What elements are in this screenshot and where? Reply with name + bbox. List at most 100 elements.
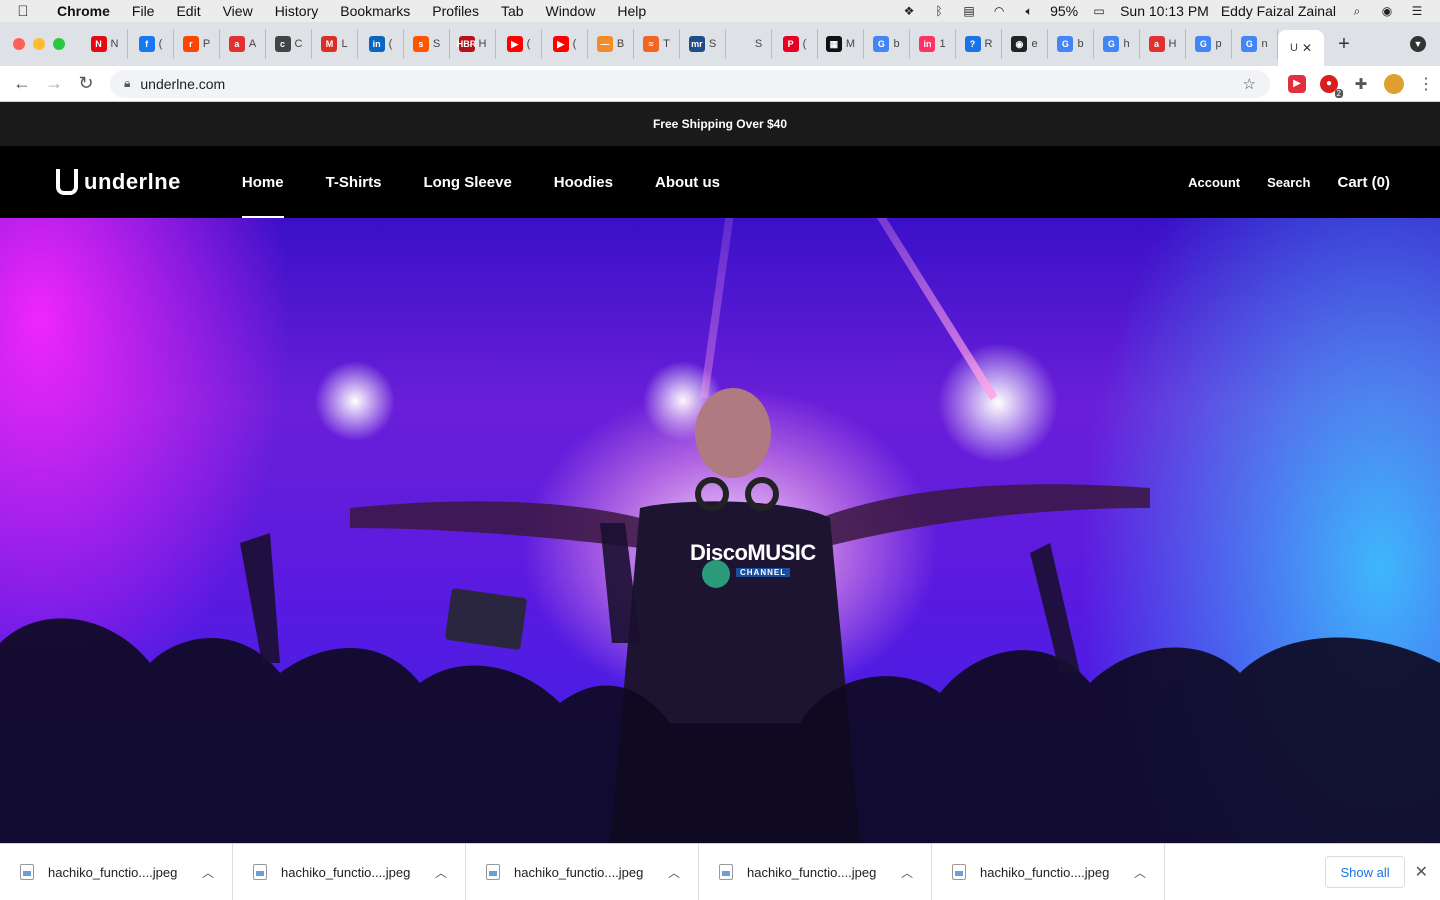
menu-history[interactable]: History (264, 0, 330, 22)
dropbox-icon[interactable]: ❖ (900, 4, 918, 18)
extension-adblock-icon[interactable]: ● 2 (1320, 74, 1343, 98)
browser-tab[interactable]: NN (82, 29, 128, 59)
tab-search-icon[interactable]: ▼ (1410, 36, 1426, 52)
browser-tab[interactable]: P( (772, 29, 818, 59)
chrome-menu-icon[interactable]: ⋮ (1418, 74, 1434, 94)
tab-list: N Nf(r Pa Ac C M Lin(s S HBR H ▶(▶(— B ≈ Tmr S S P(▦ M Gb i… (82, 22, 1278, 66)
close-window-button[interactable] (13, 38, 25, 50)
browser-tab[interactable]: ML (312, 29, 358, 59)
search-link[interactable]: Search (1267, 175, 1310, 190)
download-item[interactable]: hachiko_functio....jpeg ︿ (466, 843, 699, 900)
browser-tab[interactable]: Gb (1048, 29, 1094, 59)
download-filename[interactable]: hachiko_functio....jpeg (514, 865, 643, 880)
downloads-shelf: hachiko_functio....jpeg ︿ hachiko_functi… (0, 843, 1440, 900)
hero-banner-image[interactable]: DiscoMUSIC CHANNEL (0, 218, 1440, 843)
nav-about-us[interactable]: About us (634, 146, 741, 218)
profile-avatar[interactable] (1384, 73, 1404, 94)
extensions-puzzle-icon[interactable]: ✚ (1352, 75, 1370, 93)
address-bar[interactable]: 🔒︎ underlne.com ☆ (110, 69, 1270, 98)
browser-tab[interactable]: — B (588, 29, 634, 59)
download-filename[interactable]: hachiko_functio....jpeg (980, 865, 1109, 880)
download-filename[interactable]: hachiko_functio....jpeg (281, 865, 410, 880)
address-url[interactable]: underlne.com (140, 76, 225, 92)
show-all-downloads-button[interactable]: Show all (1325, 856, 1405, 888)
browser-tab[interactable]: ≈ T (634, 29, 680, 59)
site-logo[interactable]: underlne (56, 169, 181, 195)
new-tab-button[interactable]: + (1324, 33, 1364, 56)
tab-title: b (1077, 38, 1084, 50)
browser-tab[interactable]: ◉ e (1002, 29, 1048, 59)
browser-tab[interactable]: mr S (680, 29, 726, 59)
download-filename[interactable]: hachiko_functio....jpeg (48, 865, 177, 880)
minimize-window-button[interactable] (33, 38, 45, 50)
browser-tab[interactable]: Gp (1186, 29, 1232, 59)
browser-tab[interactable]: cC (266, 29, 312, 59)
reload-icon[interactable]: ↻ (70, 73, 102, 94)
wifi-icon[interactable]: ◠ (990, 4, 1008, 18)
browser-tab[interactable]: Gb (864, 29, 910, 59)
apple-menu-icon[interactable]:  (0, 3, 46, 20)
bluetooth-icon[interactable]: ᛒ (930, 4, 948, 18)
battery-icon[interactable]: ▭ (1090, 4, 1108, 18)
chevron-up-icon[interactable]: ︿ (1134, 864, 1146, 881)
menu-profiles[interactable]: Profiles (421, 0, 490, 22)
nav-hoodies[interactable]: Hoodies (533, 146, 634, 218)
forward-arrow-icon[interactable]: → (38, 73, 70, 94)
account-link[interactable]: Account (1188, 175, 1240, 190)
browser-tab[interactable]: in( (358, 29, 404, 59)
close-downloads-icon[interactable]: ✕ (1415, 862, 1428, 882)
lock-icon[interactable]: 🔒︎ (124, 76, 130, 91)
menu-edit[interactable]: Edit (165, 0, 211, 22)
download-filename[interactable]: hachiko_functio....jpeg (747, 865, 876, 880)
menu-file[interactable]: File (121, 0, 166, 22)
chevron-up-icon[interactable]: ︿ (435, 864, 447, 881)
browser-tab[interactable]: rP (174, 29, 220, 59)
browser-tab[interactable]: Gn (1232, 29, 1278, 59)
user-name[interactable]: Eddy Faizal Zainal (1221, 3, 1336, 19)
download-item[interactable]: hachiko_functio....jpeg ︿ (233, 843, 466, 900)
keyboard-icon[interactable]: ▤ (960, 4, 978, 18)
active-tab[interactable]: U ✕ (1278, 30, 1324, 66)
tab-favicon-icon: ▶ (506, 36, 523, 52)
download-item[interactable]: hachiko_functio....jpeg ︿ (0, 843, 233, 900)
bookmark-star-icon[interactable]: ☆ (1243, 75, 1256, 93)
browser-tab[interactable]: ▦ M (818, 29, 864, 59)
menu-tab[interactable]: Tab (490, 0, 535, 22)
menu-app-name[interactable]: Chrome (46, 0, 121, 22)
browser-tab[interactable]: in 1 (910, 29, 956, 59)
volume-icon[interactable]: 🔈︎ (1020, 4, 1038, 18)
menu-bookmarks[interactable]: Bookmarks (329, 0, 421, 22)
extension-red-icon[interactable]: ▶ (1288, 74, 1306, 93)
nav-long-sleeve[interactable]: Long Sleeve (402, 146, 532, 218)
browser-tab[interactable]: Gh (1094, 29, 1140, 59)
browser-tab[interactable]: ▶( (496, 29, 542, 59)
close-tab-icon[interactable]: ✕ (1302, 41, 1312, 55)
browser-tab[interactable]: aA (220, 29, 266, 59)
menu-view[interactable]: View (212, 0, 264, 22)
back-arrow-icon[interactable]: ← (6, 73, 38, 94)
browser-tab[interactable]: ▶( (542, 29, 588, 59)
clock[interactable]: Sun 10:13 PM (1120, 3, 1209, 19)
chevron-up-icon[interactable]: ︿ (202, 864, 214, 881)
zoom-window-button[interactable] (53, 38, 65, 50)
browser-tab[interactable]: ? R (956, 29, 1002, 59)
browser-tab[interactable]: S (726, 29, 772, 59)
browser-tab[interactable]: sS (404, 29, 450, 59)
download-item[interactable]: hachiko_functio....jpeg ︿ (932, 843, 1165, 900)
download-item[interactable]: hachiko_functio....jpeg ︿ (699, 843, 932, 900)
tab-title: B (616, 38, 625, 50)
nav-home[interactable]: Home (221, 146, 305, 218)
spotlight-search-icon[interactable]: ⌕ (1348, 4, 1366, 18)
browser-tab[interactable]: f( (128, 29, 174, 59)
menu-help[interactable]: Help (606, 0, 657, 22)
siri-icon[interactable]: ◉ (1378, 4, 1396, 18)
nav-t-shirts[interactable]: T-Shirts (305, 146, 403, 218)
menu-window[interactable]: Window (535, 0, 607, 22)
browser-tab[interactable]: HBR H (450, 29, 496, 59)
cart-link[interactable]: Cart (0) (1337, 174, 1390, 191)
chevron-up-icon[interactable]: ︿ (901, 864, 913, 881)
browser-tab[interactable]: aH (1140, 29, 1186, 59)
chevron-up-icon[interactable]: ︿ (668, 864, 680, 881)
notification-center-icon[interactable]: ☰ (1408, 4, 1426, 18)
battery-percent[interactable]: 95% (1050, 3, 1078, 19)
